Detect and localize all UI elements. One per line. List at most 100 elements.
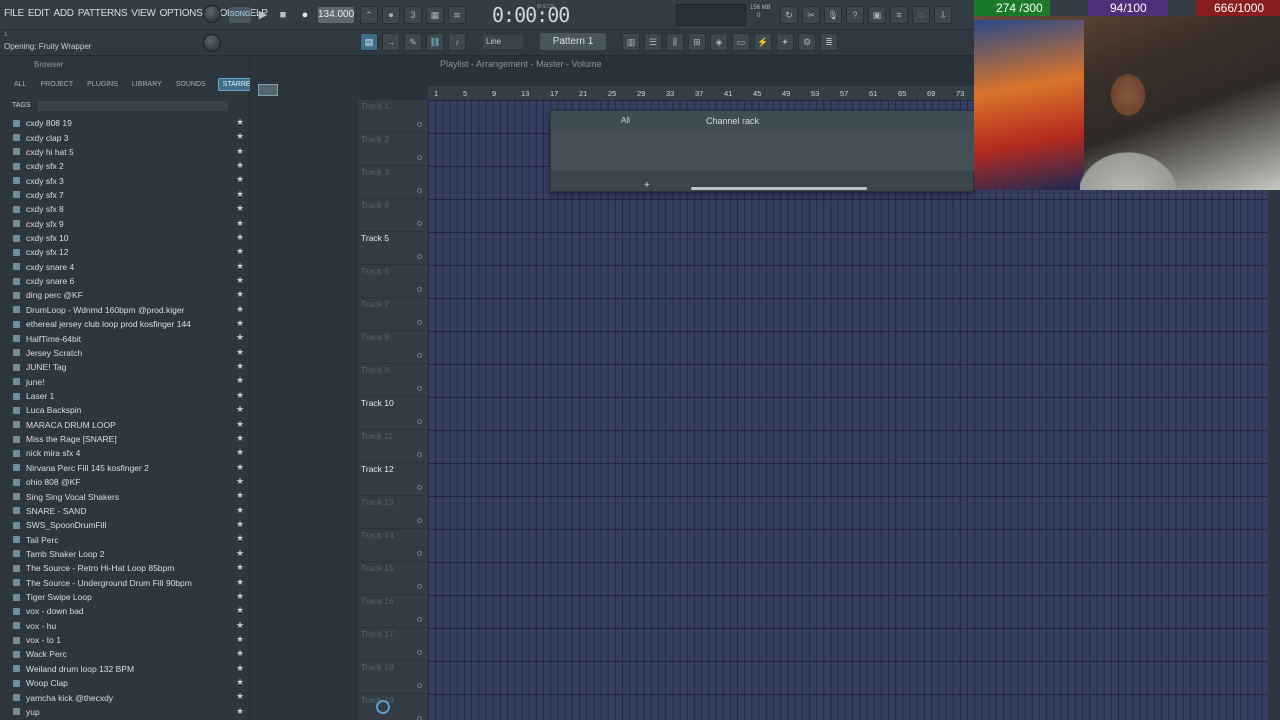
channel-rack-header[interactable]: All Channel rack [551, 111, 975, 131]
cut-icon[interactable]: ✂ [802, 6, 820, 24]
bell-icon[interactable]: ♪ [448, 33, 466, 51]
playlist-grid[interactable] [428, 100, 1268, 720]
tempo-display[interactable]: 134.000 [318, 7, 354, 23]
menu-patterns[interactable]: PATTERNS [78, 8, 128, 19]
menu-edit[interactable]: EDIT [28, 8, 50, 19]
tab-project[interactable]: PROJECT [40, 81, 73, 88]
tab-plugins[interactable]: PLUGINS [87, 81, 118, 88]
file-item[interactable]: JUNE! Tag ★ [0, 360, 250, 374]
help-icon[interactable]: ? [846, 6, 864, 24]
snap-arrow-icon[interactable]: → [382, 33, 400, 51]
file-item[interactable]: june! ★ [0, 374, 250, 388]
track-header[interactable]: Track 15 [358, 562, 428, 595]
file-item[interactable]: DrumLoop - Wdnmd 160bpm @prod.kiger ★ [0, 303, 250, 317]
track-header[interactable]: Track 3 [358, 166, 428, 199]
link-icon[interactable]: ⛓ [426, 33, 444, 51]
microphone-icon[interactable]: 🎙 [824, 6, 842, 24]
file-item[interactable]: cxdy clap 3 ★ [0, 130, 250, 144]
file-item[interactable]: Luca Backspin ★ [0, 403, 250, 417]
track-header[interactable]: Track 9 [358, 364, 428, 397]
track-header[interactable]: Track 6 [358, 265, 428, 298]
track-header[interactable]: Track 13 [358, 496, 428, 529]
track-header[interactable]: Track 10 [358, 397, 428, 430]
track-mute-icon[interactable] [417, 683, 422, 688]
track-mute-icon[interactable] [417, 716, 422, 720]
track-header[interactable]: Track 17 [358, 628, 428, 661]
channel-rack-scrollbar[interactable] [691, 187, 867, 190]
piano-roll-icon[interactable]: ▥ [622, 33, 640, 51]
star-icon[interactable]: ★ [236, 533, 244, 544]
file-item[interactable]: cxdy sfx 2 ★ [0, 159, 250, 173]
track-header[interactable]: Track 2 [358, 133, 428, 166]
track-header[interactable]: Track 4 [358, 199, 428, 232]
track-mute-icon[interactable] [417, 320, 422, 325]
star-icon[interactable]: ★ [236, 117, 244, 128]
file-item[interactable]: Miss the Rage [SNARE] ★ [0, 432, 250, 446]
chat-icon[interactable]: ◌ [912, 6, 930, 24]
star-icon[interactable]: ★ [236, 218, 244, 229]
track-mute-icon[interactable] [417, 518, 422, 523]
track-header[interactable]: Track 16 [358, 595, 428, 628]
master-pitch-knob[interactable] [203, 34, 221, 52]
track-header[interactable]: Track 11 [358, 430, 428, 463]
star-icon[interactable]: ★ [236, 691, 244, 702]
file-item[interactable]: HalfTime-64bit ★ [0, 331, 250, 345]
star-icon[interactable]: ★ [236, 261, 244, 272]
star-icon[interactable]: ★ [236, 519, 244, 530]
file-item[interactable]: The Source - Retro Hi-Hat Loop 85bpm ★ [0, 561, 250, 575]
star-icon[interactable]: ★ [236, 174, 244, 185]
file-item[interactable]: Tail Perc ★ [0, 532, 250, 546]
file-item[interactable]: The Source - Underground Drum Fill 90bpm… [0, 576, 250, 590]
file-item[interactable]: Laser 1 ★ [0, 389, 250, 403]
mixer-icon[interactable]: ≡ [890, 6, 908, 24]
star-icon[interactable]: ★ [236, 304, 244, 315]
track-header[interactable]: Track 7 [358, 298, 428, 331]
add-channel-icon[interactable]: + [644, 180, 650, 191]
tab-sounds[interactable]: SOUNDS [176, 81, 206, 88]
star-icon[interactable]: ★ [236, 433, 244, 444]
star-icon[interactable]: ★ [236, 246, 244, 257]
track-mute-icon[interactable] [417, 485, 422, 490]
file-item[interactable]: cxdy sfx 10 ★ [0, 231, 250, 245]
project-icon[interactable]: ▭ [732, 33, 750, 51]
file-item[interactable]: Tamb Shaker Loop 2 ★ [0, 547, 250, 561]
track-mute-icon[interactable] [417, 353, 422, 358]
wait-input-icon[interactable]: ⏺ [382, 6, 400, 24]
star-icon[interactable]: ★ [236, 419, 244, 430]
pattern-picker-button[interactable] [258, 84, 278, 96]
track-mute-icon[interactable] [417, 221, 422, 226]
star-icon[interactable]: ★ [236, 361, 244, 372]
star-icon[interactable]: ★ [236, 160, 244, 171]
file-item[interactable]: cxdy 808 19 ★ [0, 116, 250, 130]
playlist-scrollbar[interactable] [1268, 100, 1280, 720]
star-icon[interactable]: ★ [236, 275, 244, 286]
star-icon[interactable]: ★ [236, 605, 244, 616]
download-icon[interactable]: ⇩ [934, 6, 952, 24]
star-icon[interactable]: ★ [236, 375, 244, 386]
star-icon[interactable]: ★ [236, 189, 244, 200]
track-mute-icon[interactable] [417, 584, 422, 589]
track-mute-icon[interactable] [417, 650, 422, 655]
plugin-picker-icon[interactable]: ◈ [710, 33, 728, 51]
play-icon[interactable]: ▶ [254, 6, 272, 24]
star-icon[interactable]: ★ [236, 577, 244, 588]
track-mute-icon[interactable] [417, 617, 422, 622]
track-header[interactable]: Track 5 [358, 232, 428, 265]
star-icon[interactable]: ★ [236, 390, 244, 401]
song-mode-toggle[interactable]: SONG [229, 7, 251, 23]
file-item[interactable]: Weiland drum loop 132 BPM ★ [0, 662, 250, 676]
scripting-icon[interactable]: ≣ [820, 33, 838, 51]
star-icon[interactable]: ★ [236, 289, 244, 300]
file-item[interactable]: cxdy snare 6 ★ [0, 274, 250, 288]
file-item[interactable]: ethereal jersey club loop prod kosfinger… [0, 317, 250, 331]
file-item[interactable]: vox - to 1 ★ [0, 633, 250, 647]
track-header[interactable]: Track 14 [358, 529, 428, 562]
playlist-view-icon[interactable]: ▤ [360, 33, 378, 51]
pattern-selector[interactable]: Pattern 1 [540, 33, 606, 50]
file-item[interactable]: Tiger Swipe Loop ★ [0, 590, 250, 604]
file-item[interactable]: ohio 808 @KF ★ [0, 475, 250, 489]
track-mute-icon[interactable] [417, 386, 422, 391]
stop-icon[interactable]: ■ [274, 6, 292, 24]
star-icon[interactable]: ★ [236, 404, 244, 415]
star-icon[interactable]: ★ [236, 131, 244, 142]
